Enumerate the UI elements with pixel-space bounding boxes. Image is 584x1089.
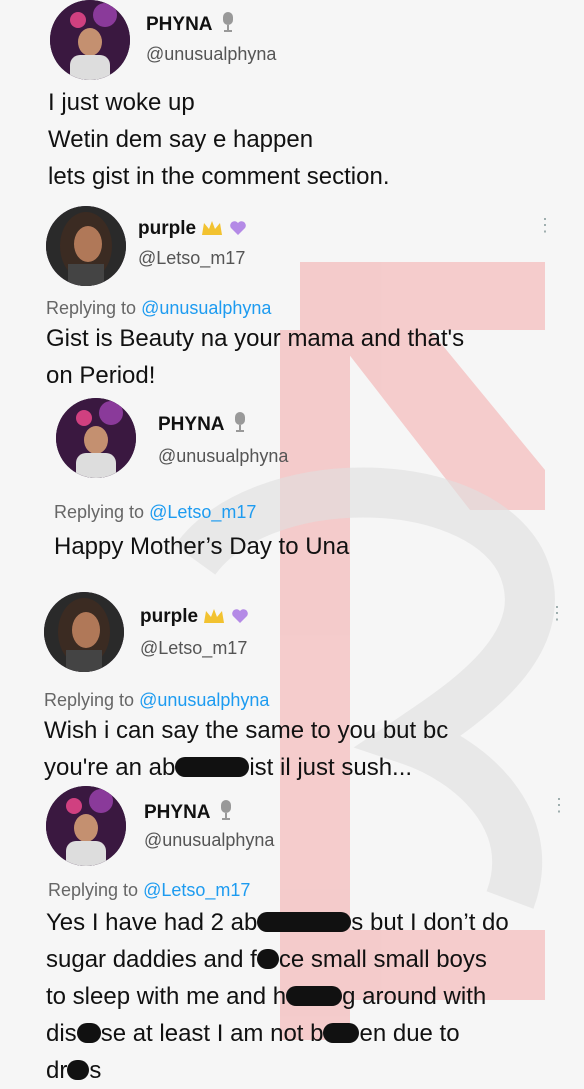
redaction-mark <box>175 757 250 777</box>
display-name[interactable]: PHYNA <box>146 12 235 38</box>
replying-to: Replying to @unusualphyna <box>46 298 272 318</box>
replying-to: Replying to @unusualphyna <box>44 690 270 710</box>
microphone-badge-icon <box>219 800 233 826</box>
tweet-text: Yes I have had 2 ab s but I don’t do suga… <box>46 909 509 1084</box>
user-handle[interactable]: @unusualphyna <box>144 830 274 851</box>
avatar[interactable] <box>46 206 126 286</box>
avatar-image <box>56 398 136 478</box>
replying-to: Replying to @Letso_m17 <box>48 880 251 900</box>
display-name[interactable]: purple <box>138 218 247 240</box>
replying-to: Replying to @Letso_m17 <box>54 502 257 522</box>
crown-icon <box>201 218 228 239</box>
avatar[interactable] <box>56 398 136 478</box>
avatar-image <box>44 592 124 672</box>
redaction-mark <box>67 1060 90 1080</box>
avatar[interactable] <box>50 0 130 80</box>
more-options-icon[interactable]: ⋮ <box>548 604 566 622</box>
avatar[interactable] <box>44 592 124 672</box>
microphone-badge-icon <box>221 12 235 38</box>
tweet-text: Happy Mother’s Day to Una <box>54 533 350 560</box>
display-name[interactable]: PHYNA <box>144 800 233 826</box>
avatar[interactable] <box>46 786 126 866</box>
more-options-icon[interactable]: ⋮ <box>550 796 568 814</box>
tweet-text: Wish i can say the same to you but bc yo… <box>44 717 449 781</box>
purple-heart-icon <box>229 218 247 239</box>
mention-link[interactable]: @Letso_m17 <box>149 502 256 522</box>
user-handle[interactable]: @unusualphyna <box>146 44 276 65</box>
avatar-image <box>50 0 130 80</box>
display-name[interactable]: PHYNA <box>158 412 247 438</box>
redaction-mark <box>256 949 279 969</box>
tweet-text: I just woke up Wetin dem say e happen le… <box>48 89 390 190</box>
microphone-badge-icon <box>233 412 247 438</box>
mention-link[interactable]: @Letso_m17 <box>143 880 250 900</box>
tweet-text: Gist is Beauty na your mama and that's o… <box>46 325 465 389</box>
redaction-mark <box>257 912 352 932</box>
user-handle[interactable]: @Letso_m17 <box>138 248 245 269</box>
redaction-mark <box>323 1023 360 1043</box>
mention-link[interactable]: @unusualphyna <box>139 690 269 710</box>
display-name[interactable]: purple <box>140 606 249 628</box>
redaction-mark <box>76 1023 101 1043</box>
more-options-icon[interactable]: ⋮ <box>536 216 554 234</box>
crown-icon <box>203 606 230 627</box>
user-handle[interactable]: @unusualphyna <box>158 446 288 467</box>
mention-link[interactable]: @unusualphyna <box>141 298 271 318</box>
user-handle[interactable]: @Letso_m17 <box>140 638 247 659</box>
redaction-mark <box>286 986 343 1006</box>
purple-heart-icon <box>231 606 249 627</box>
avatar-image <box>46 786 126 866</box>
avatar-image <box>46 206 126 286</box>
